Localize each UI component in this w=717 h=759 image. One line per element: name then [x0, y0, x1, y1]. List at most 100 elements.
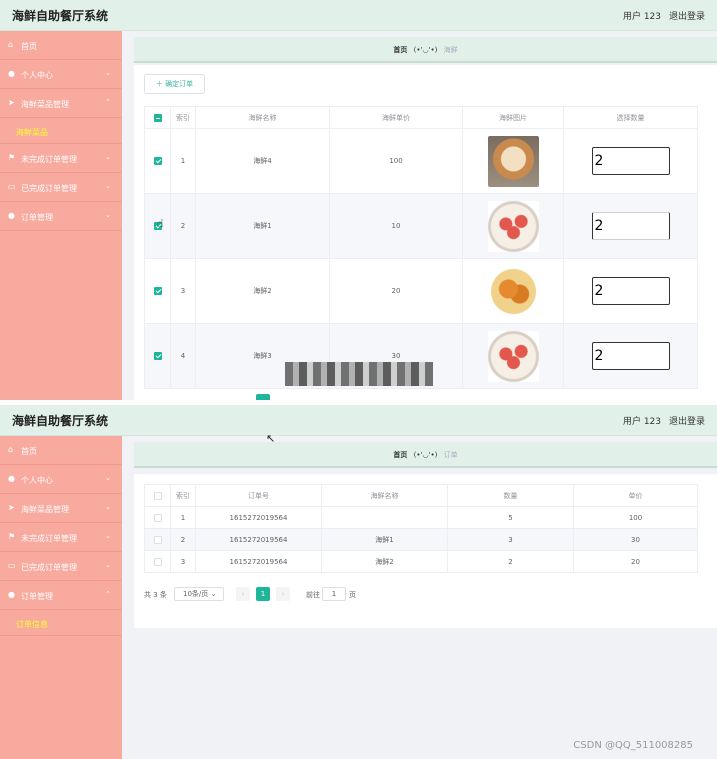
breadcrumb: 首页 (•'◡'•) 订单 — [134, 442, 717, 468]
app-title: 海鲜自助餐厅系统 — [12, 414, 109, 428]
breadcrumb-home[interactable]: 首页 — [393, 451, 407, 459]
sidebar-item-orders[interactable]: ● 订单管理 ⌄ — [0, 202, 122, 231]
next-page-icon[interactable]: › — [276, 587, 290, 601]
page-number-active[interactable]: 1 — [256, 587, 270, 601]
cell-index: 1 — [170, 506, 196, 529]
sidebar-item-orders[interactable]: ● 订单管理 ⌃ — [0, 581, 122, 610]
card-icon: ▭ — [8, 561, 16, 570]
cell-index: 2 — [170, 193, 196, 259]
cell-name: 海鲜1 — [321, 528, 448, 551]
seafood-image — [487, 265, 539, 317]
page-suffix: 页 — [349, 591, 356, 599]
submenu-item-seafood[interactable]: 海鲜菜品 — [0, 118, 122, 144]
quantity-input[interactable]: 2 — [591, 342, 670, 370]
row-checkbox[interactable] — [153, 557, 162, 566]
mosaic-redaction — [285, 362, 433, 386]
breadcrumb-current: 海鲜 — [443, 46, 458, 54]
page-size-value: 10条/页 — [183, 590, 209, 598]
pointer-cursor-icon: ↖ — [266, 432, 276, 445]
breadcrumb-home[interactable]: 首页 — [393, 46, 407, 54]
row-checkbox[interactable] — [153, 352, 162, 360]
select-all-checkbox[interactable] — [153, 491, 162, 500]
row-checkbox[interactable] — [153, 535, 162, 544]
sidebar-item-pending-orders[interactable]: ⚑ 未完成订单管理 ⌄ — [0, 523, 122, 552]
sidebar-item-label: 已完成订单管理 — [21, 184, 77, 193]
column-header: 海鲜图片 — [462, 106, 564, 129]
select-all-checkbox[interactable] — [153, 113, 162, 122]
seafood-image — [487, 200, 539, 252]
main-content: 首页 (•'◡'•) 海鲜 ＋ 确定订单 索引 海鲜名称 海鲜单价 海鲜图片 选… — [122, 31, 717, 400]
jump-label: 前往 — [306, 591, 320, 599]
quantity-input[interactable]: 2 — [591, 212, 670, 240]
pagination-total: 共 3 条 — [144, 591, 167, 599]
row-checkbox[interactable] — [153, 513, 162, 522]
logout-link[interactable]: 退出登录 — [669, 9, 705, 22]
cell-index: 3 — [170, 550, 196, 573]
sidebar-item-label: 首页 — [21, 447, 37, 456]
sidebar-item-home[interactable]: ⌂ 首页 — [0, 31, 122, 60]
table-row: 2 海鲜1 10 2 — [144, 193, 698, 259]
table-header-row: 索引 海鲜名称 海鲜单价 海鲜图片 选择数量 — [144, 106, 698, 129]
home-icon: ⌂ — [8, 40, 14, 49]
sidebar-item-seafood[interactable]: ➤ 海鲜菜品管理 ⌄ — [0, 494, 122, 523]
cell-index: 4 — [170, 323, 196, 389]
cell-price: 100 — [573, 506, 698, 529]
watermark: CSDN @QQ_511008285 — [573, 740, 693, 751]
row-checkbox[interactable] — [153, 287, 162, 295]
submenu-item-order-info[interactable]: 订单信息 — [0, 610, 122, 636]
sidebar-item-profile[interactable]: ● 个人中心 ⌄ — [0, 60, 122, 89]
logout-link[interactable]: 退出登录 — [669, 414, 705, 427]
sidebar-item-seafood[interactable]: ➤ 海鲜菜品管理 ⌃ — [0, 89, 122, 118]
cell-qty: 5 — [447, 506, 574, 529]
select-all-cell[interactable] — [144, 106, 171, 129]
column-header: 索引 — [170, 484, 196, 507]
chevron-down-icon: ⌄ — [105, 474, 111, 482]
sidebar-item-label: 首页 — [21, 42, 37, 51]
quantity-input[interactable]: 2 — [591, 147, 670, 175]
orders-table: 索引 订单号 海鲜名称 数量 单价 1 1615272019564 5 100 … — [144, 484, 698, 573]
sidebar-item-label: 个人中心 — [21, 476, 53, 485]
pagination-partial — [144, 394, 704, 400]
sidebar: ⌂ 首页 ● 个人中心 ⌄ ➤ 海鲜菜品管理 ⌃ 海鲜菜品 ⚑ 未完成订单管理 … — [0, 31, 122, 400]
breadcrumb-face: (•'◡'•) — [413, 451, 438, 459]
prev-page-icon[interactable]: ‹ — [236, 587, 250, 601]
seafood-image — [487, 135, 539, 187]
cell-price: 30 — [573, 528, 698, 551]
screenshot-seafood-list: 海鲜自助餐厅系统 用户 123 退出登录 ⌂ 首页 ● 个人中心 ⌄ ➤ 海鲜菜… — [0, 0, 717, 400]
column-header: 订单号 — [195, 484, 322, 507]
table-row: 3 1615272019564 海鲜2 2 20 — [144, 550, 698, 573]
jump-page-input[interactable]: 1 — [322, 587, 346, 601]
orders-card: 索引 订单号 海鲜名称 数量 单价 1 1615272019564 5 100 … — [134, 474, 717, 628]
card-icon: ▭ — [8, 182, 16, 191]
cell-name: 海鲜2 — [195, 258, 330, 324]
seafood-card: ＋ 确定订单 索引 海鲜名称 海鲜单价 海鲜图片 选择数量 1 海鲜4 100 … — [134, 65, 717, 400]
cell-index: 3 — [170, 258, 196, 324]
table-row: 1 海鲜4 100 2 — [144, 128, 698, 194]
chevron-down-icon: ⌄ — [105, 69, 111, 77]
sidebar-item-label: 海鲜菜品管理 — [21, 100, 69, 109]
pagination: 共 3 条 10条/页 ⌄ ‹ 1 › 前往 1 页 — [144, 587, 704, 603]
page-number-active[interactable] — [256, 394, 270, 400]
chevron-down-icon: ⌄ — [105, 561, 111, 569]
cell-price: 20 — [573, 550, 698, 573]
chevron-up-icon: ⌃ — [105, 590, 111, 598]
cell-name: 海鲜4 — [195, 128, 330, 194]
confirm-order-button[interactable]: ＋ 确定订单 — [144, 74, 205, 94]
sidebar-item-completed-orders[interactable]: ▭ 已完成订单管理 ⌄ — [0, 173, 122, 202]
quantity-input[interactable]: 2 — [591, 277, 670, 305]
sidebar-item-home[interactable]: ⌂ 首页 — [0, 436, 122, 465]
flag-icon: ⚑ — [8, 153, 16, 162]
page-size-select[interactable]: 10条/页 ⌄ — [174, 587, 224, 601]
sidebar-item-label: 个人中心 — [21, 71, 53, 80]
sidebar-item-pending-orders[interactable]: ⚑ 未完成订单管理 ⌄ — [0, 144, 122, 173]
cell-price: 10 — [329, 193, 463, 259]
row-checkbox[interactable] — [153, 157, 162, 165]
column-header: 索引 — [170, 106, 196, 129]
sidebar-item-label: 海鲜菜品管理 — [21, 505, 69, 514]
sidebar-item-completed-orders[interactable]: ▭ 已完成订单管理 ⌄ — [0, 552, 122, 581]
cell-index: 1 — [170, 128, 196, 194]
sidebar: ⌂ 首页 ● 个人中心 ⌄ ➤ 海鲜菜品管理 ⌄ ⚑ 未完成订单管理 ⌄ ▭ 已… — [0, 436, 122, 759]
user-icon: ● — [8, 69, 15, 78]
breadcrumb-face: (•'◡'•) — [413, 46, 438, 54]
sidebar-item-profile[interactable]: ● 个人中心 ⌄ — [0, 465, 122, 494]
